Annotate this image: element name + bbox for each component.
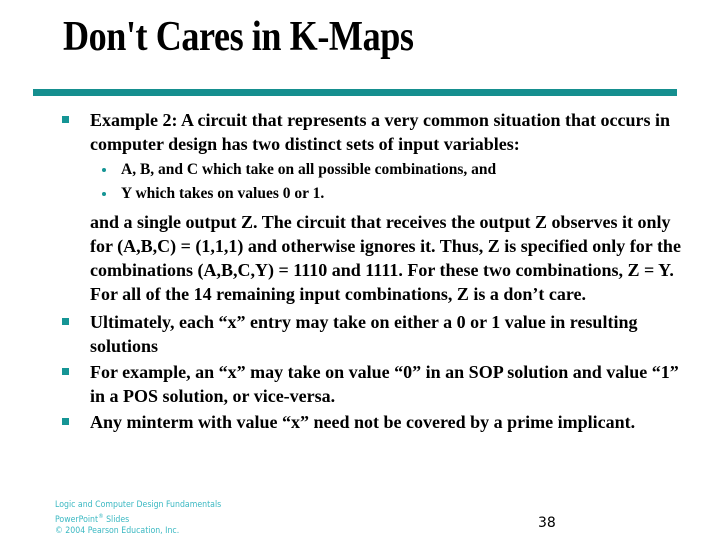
sub-bullet-item: Y which takes on values 0 or 1. — [62, 182, 682, 206]
bullet-text: Example 2: A circuit that represents a v… — [90, 110, 670, 154]
square-bullet-icon — [62, 318, 69, 325]
footer-slides-label: PowerPoint® Slides — [55, 513, 130, 525]
title-divider — [33, 89, 677, 96]
slide-body: Example 2: A circuit that represents a v… — [62, 108, 682, 436]
footer-copyright: © 2004 Pearson Education, Inc. — [55, 525, 180, 536]
bullet-continuation-text: and a single output Z. The circuit that … — [90, 212, 681, 304]
bullet-text: Any minterm with value “x” need not be c… — [90, 412, 636, 432]
square-bullet-icon — [62, 368, 69, 375]
sub-bullet-list: A, B, and C which take on all possible c… — [62, 158, 682, 206]
bullet-item: Any minterm with value “x” need not be c… — [62, 410, 682, 434]
footer-credit: Logic and Computer Design Fundamentals P… — [55, 500, 221, 537]
bullet-item: Ultimately, each “x” entry may take on e… — [62, 310, 682, 358]
sub-bullet-text: A, B, and C which take on all possible c… — [121, 161, 497, 178]
sub-bullet-item: A, B, and C which take on all possible c… — [62, 158, 682, 182]
square-bullet-icon — [62, 116, 69, 123]
dot-bullet-icon — [102, 168, 106, 172]
square-bullet-icon — [62, 418, 69, 425]
bullet-text: Ultimately, each “x” entry may take on e… — [90, 312, 638, 356]
sub-bullet-text: Y which takes on values 0 or 1. — [121, 185, 325, 202]
slide-title: Don't Cares in K-Maps — [63, 14, 414, 60]
dot-bullet-icon — [102, 192, 106, 196]
bullet-item: Example 2: A circuit that represents a v… — [62, 108, 682, 156]
page-number: 38 — [538, 515, 556, 531]
bullet-item: For example, an “x” may take on value “0… — [62, 360, 682, 408]
bullet-text: For example, an “x” may take on value “0… — [90, 362, 679, 406]
footer-book-title: Logic and Computer Design Fundamentals — [55, 500, 222, 510]
